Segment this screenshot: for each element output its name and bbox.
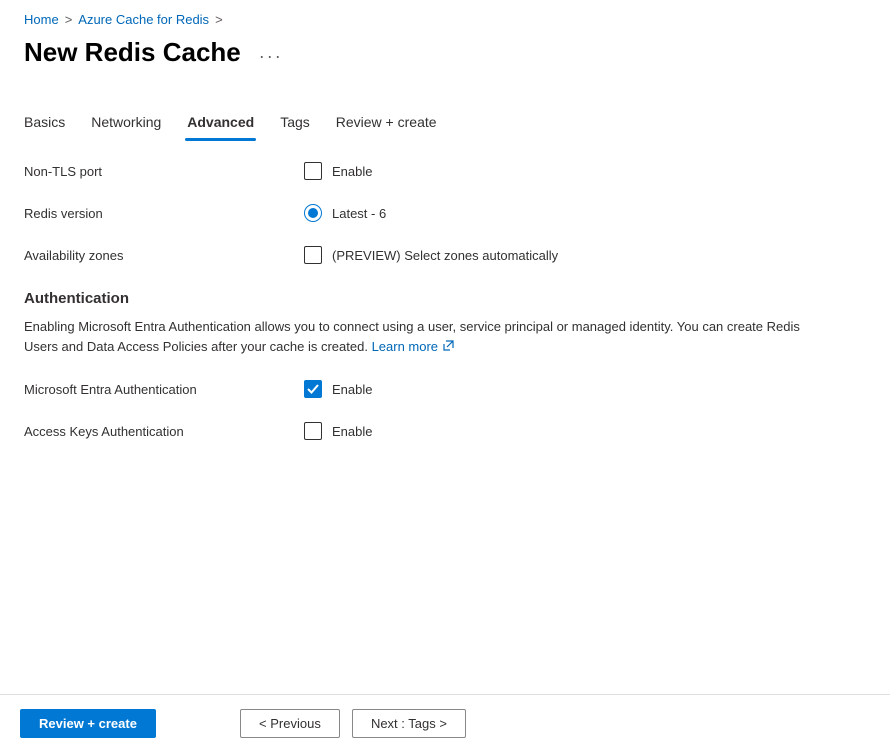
tab-networking[interactable]: Networking [91,114,161,140]
checkmark-icon [307,383,319,395]
option-redis-version: Latest - 6 [332,206,386,221]
tab-tags[interactable]: Tags [280,114,310,140]
wizard-footer: Review + create < Previous Next : Tags > [0,694,890,752]
breadcrumb: Home > Azure Cache for Redis > [24,8,866,27]
option-non-tls-port: Enable [332,164,372,179]
description-authentication: Enabling Microsoft Entra Authentication … [24,317,804,356]
review-create-button[interactable]: Review + create [20,709,156,738]
label-access-keys-auth: Access Keys Authentication [24,424,304,439]
link-learn-more[interactable]: Learn more [372,337,454,357]
radio-redis-version-latest[interactable] [304,204,322,222]
tab-basics[interactable]: Basics [24,114,65,140]
more-actions-icon[interactable]: ··· [259,41,283,65]
previous-button[interactable]: < Previous [240,709,340,738]
breadcrumb-service[interactable]: Azure Cache for Redis [78,12,209,27]
label-non-tls-port: Non-TLS port [24,164,304,179]
page-title: New Redis Cache [24,37,241,68]
heading-authentication: Authentication [24,290,866,307]
option-availability-zones: (PREVIEW) Select zones automatically [332,248,558,263]
tab-review-create[interactable]: Review + create [336,114,437,140]
label-availability-zones: Availability zones [24,248,304,263]
tab-advanced[interactable]: Advanced [187,114,254,140]
wizard-tabs: Basics Networking Advanced Tags Review +… [24,114,866,140]
chevron-right-icon: > [215,12,223,27]
label-entra-auth: Microsoft Entra Authentication [24,382,304,397]
external-link-icon [442,340,454,352]
checkbox-non-tls-port[interactable] [304,162,322,180]
option-access-keys-auth: Enable [332,424,372,439]
option-entra-auth: Enable [332,382,372,397]
label-redis-version: Redis version [24,206,304,221]
checkbox-availability-zones[interactable] [304,246,322,264]
next-button[interactable]: Next : Tags > [352,709,466,738]
checkbox-access-keys-auth[interactable] [304,422,322,440]
checkbox-entra-auth[interactable] [304,380,322,398]
breadcrumb-home[interactable]: Home [24,12,59,27]
chevron-right-icon: > [65,12,73,27]
